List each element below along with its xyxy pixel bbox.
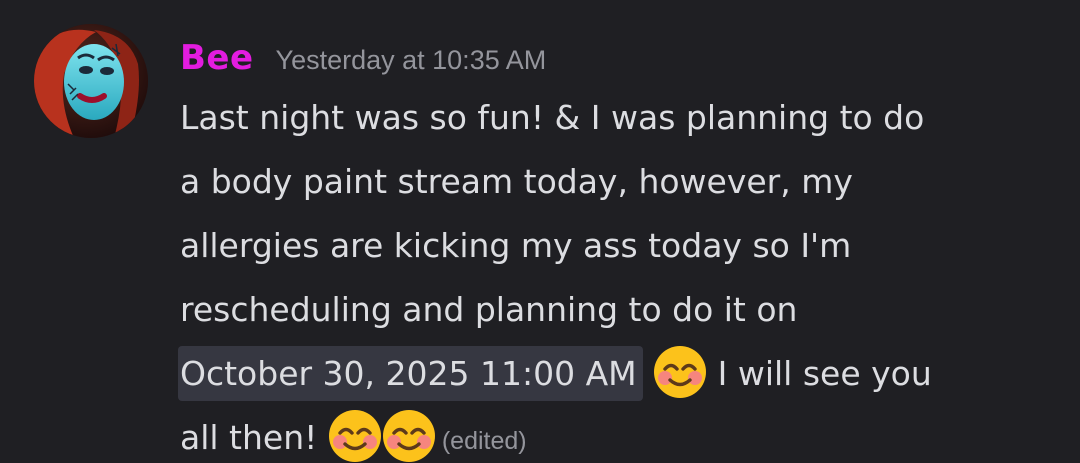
chat-message: Bee Yesterday at 10:35 AM Last night was… — [0, 0, 1080, 463]
message-line: Last night was so fun! & I was planning … — [180, 98, 925, 137]
username[interactable]: Bee — [180, 36, 254, 80]
message-content: Last night was so fun! & I was planning … — [178, 86, 1060, 463]
scheduled-time-chip[interactable]: October 30, 2025 11:00 AM — [178, 346, 643, 401]
edited-label: (edited) — [441, 427, 527, 455]
message-line: a body paint stream today, however, my — [180, 162, 853, 201]
message-text-fragment: I will see you — [707, 354, 932, 393]
message-line-final: all then! (edited) — [180, 406, 1060, 463]
message-text-fragment: all then! — [180, 418, 328, 457]
smiling-face-with-smiling-eyes-icon — [382, 409, 436, 463]
smiling-face-with-smiling-eyes-icon — [328, 409, 382, 463]
avatar-image — [34, 24, 148, 138]
avatar[interactable] — [34, 24, 148, 138]
message-line-with-timestamp: October 30, 2025 11:00 AM I will see you — [178, 342, 1060, 406]
message-header: Bee Yesterday at 10:35 AM — [180, 36, 546, 80]
message-timestamp[interactable]: Yesterday at 10:35 AM — [276, 38, 547, 82]
message-line: rescheduling and planning to do it on — [180, 290, 798, 329]
message-line: allergies are kicking my ass today so I'… — [180, 226, 852, 265]
smiling-face-with-smiling-eyes-icon — [653, 345, 707, 399]
